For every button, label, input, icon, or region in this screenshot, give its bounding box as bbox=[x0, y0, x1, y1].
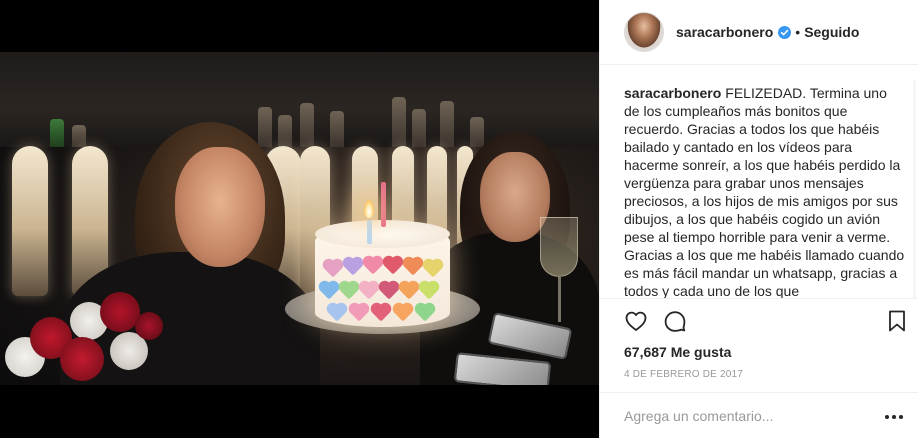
comment-icon bbox=[663, 309, 687, 338]
save-button[interactable] bbox=[883, 309, 911, 337]
wine-glass bbox=[540, 217, 578, 277]
comment-button[interactable] bbox=[661, 309, 689, 337]
rose-bouquet bbox=[0, 292, 165, 385]
post-date[interactable]: 4 de febrero de 2017 bbox=[624, 369, 743, 380]
username-link[interactable]: saracarbonero bbox=[676, 24, 773, 40]
more-dots-icon bbox=[884, 407, 904, 425]
post-photo[interactable] bbox=[0, 0, 599, 438]
caption-username-link[interactable]: saracarbonero bbox=[624, 85, 721, 101]
caption-scrollbar[interactable] bbox=[913, 80, 916, 298]
more-options-button[interactable] bbox=[883, 405, 905, 427]
like-button[interactable] bbox=[622, 309, 650, 337]
post-caption: saracarbonero FELIZEDAD. Termina uno de l… bbox=[624, 84, 906, 298]
post-sidebar: saracarbonero • Seguido saracarbonero FEL… bbox=[599, 0, 918, 438]
heart-icon bbox=[624, 309, 648, 338]
birthday-photo bbox=[0, 52, 599, 385]
header-separator: • bbox=[795, 24, 801, 40]
action-bar bbox=[600, 298, 918, 346]
caption-text: FELIZEDAD. Termina uno de los cumpleaños… bbox=[624, 85, 905, 298]
comment-bar bbox=[600, 392, 918, 438]
follow-status-button[interactable]: Seguido bbox=[804, 24, 859, 40]
bookmark-icon bbox=[886, 309, 908, 338]
likes-count[interactable]: 67,687 Me gusta bbox=[624, 344, 731, 360]
avatar[interactable] bbox=[624, 12, 664, 52]
verified-badge-icon bbox=[778, 25, 792, 39]
post-header: saracarbonero • Seguido bbox=[600, 0, 918, 65]
comment-input[interactable] bbox=[624, 405, 874, 427]
